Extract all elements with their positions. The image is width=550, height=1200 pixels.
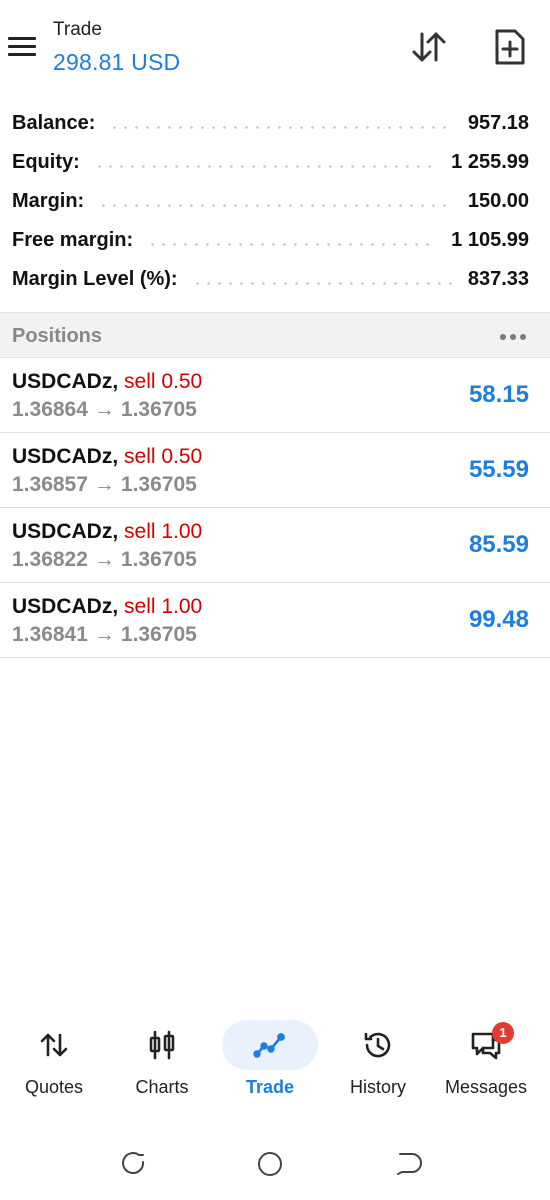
nav-messages[interactable]: 1 Messages [432,1010,540,1110]
summary-value: 957.18 [467,112,529,134]
summary-label: Equity: [12,151,80,173]
new-order-document-icon[interactable] [489,26,531,68]
account-summary: Balance: 957.18 Equity: 1 255.99 Margin:… [0,104,550,299]
position-symbol: USDCADz [12,445,113,468]
sort-arrows-icon[interactable] [408,26,450,68]
open-price: 1.36864 [12,398,88,421]
position-profit: 55.59 [468,456,529,483]
price-arrow-icon: → [93,398,115,421]
trade-line-icon [222,1020,318,1070]
open-price: 1.36822 [12,548,88,571]
account-profit: 298.81 USD [53,49,181,75]
summary-label: Balance: [12,112,96,134]
nav-label: Quotes [24,1077,84,1097]
nav-quotes[interactable]: Quotes [0,1010,108,1110]
nav-label: Trade [245,1077,295,1097]
positions-title: Positions [12,325,103,347]
quotes-arrows-icon [6,1020,102,1070]
current-price: 1.36705 [120,398,197,421]
bottom-navigation: Quotes Charts Trade History 1 Messages [0,1010,550,1110]
unread-badge: 1 [492,1022,514,1044]
position-profit: 85.59 [468,531,529,558]
dotted-leader [191,282,454,285]
position-profit: 99.48 [468,606,529,633]
position-prices: 1.36857 → 1.36705 [12,473,197,497]
summary-row-equity: Equity: 1 255.99 [0,143,550,182]
position-side: sell 1.00 [124,595,203,618]
positions-section-header: Positions [0,312,550,358]
summary-label: Free margin: [12,229,134,251]
nav-history[interactable]: History [324,1010,432,1110]
position-row[interactable]: USDCADz, sell 1.00 1.36822 → 1.36705 85.59 [0,508,550,583]
nav-charts[interactable]: Charts [108,1010,216,1110]
summary-label: Margin: [12,190,85,212]
page-title: Trade [53,19,102,40]
candlestick-chart-icon [114,1020,210,1070]
dotted-leader [147,243,438,246]
back-icon[interactable] [392,1148,424,1180]
position-title: USDCADz, sell 1.00 [12,520,203,543]
summary-value: 150.00 [467,190,529,212]
hamburger-menu-icon[interactable] [6,34,38,60]
position-title: USDCADz, sell 1.00 [12,595,203,618]
position-row[interactable]: USDCADz, sell 0.50 1.36864 → 1.36705 58.15 [0,358,550,433]
position-prices: 1.36841 → 1.36705 [12,623,197,647]
summary-row-margin-level: Margin Level (%): 837.33 [0,260,550,299]
position-symbol: USDCADz [12,520,113,543]
home-icon[interactable] [254,1148,286,1180]
recent-apps-icon[interactable] [117,1148,149,1180]
position-row[interactable]: USDCADz, sell 1.00 1.36841 → 1.36705 99.48 [0,583,550,658]
current-price: 1.36705 [120,548,197,571]
dotted-leader [93,165,438,168]
summary-value: 1 105.99 [451,229,529,251]
position-profit: 58.15 [468,381,529,408]
system-navigation-bar [0,1140,550,1190]
app-header: Trade 298.81 USD [0,0,550,96]
open-price: 1.36841 [12,623,88,646]
summary-label: Margin Level (%): [12,268,178,290]
more-dots-icon[interactable] [498,333,528,343]
position-title: USDCADz, sell 0.50 [12,445,203,468]
summary-row-margin: Margin: 150.00 [0,182,550,221]
nav-label: Messages [444,1077,528,1097]
summary-value: 837.33 [467,268,529,290]
price-arrow-icon: → [93,548,115,571]
position-prices: 1.36822 → 1.36705 [12,548,197,572]
position-side: sell 0.50 [124,370,203,393]
position-symbol: USDCADz [12,595,113,618]
dotted-leader [109,126,454,129]
nav-trade[interactable]: Trade [216,1010,324,1110]
nav-label: Charts [135,1077,189,1097]
summary-row-balance: Balance: 957.18 [0,104,550,143]
position-side: sell 1.00 [124,520,203,543]
messages-chat-icon [438,1020,534,1070]
price-arrow-icon: → [93,623,115,646]
position-row[interactable]: USDCADz, sell 0.50 1.36857 → 1.36705 55.59 [0,433,550,508]
history-clock-icon [330,1020,426,1070]
summary-row-free-margin: Free margin: 1 105.99 [0,221,550,260]
position-symbol: USDCADz [12,370,113,393]
position-title: USDCADz, sell 0.50 [12,370,203,393]
price-arrow-icon: → [93,473,115,496]
positions-list: USDCADz, sell 0.50 1.36864 → 1.36705 58.15… [0,358,550,658]
open-price: 1.36857 [12,473,88,496]
position-prices: 1.36864 → 1.36705 [12,398,197,422]
position-side: sell 0.50 [124,445,203,468]
current-price: 1.36705 [120,473,197,496]
summary-value: 1 255.99 [451,151,529,173]
dotted-leader [98,204,454,207]
nav-label: History [349,1077,406,1097]
current-price: 1.36705 [120,623,197,646]
